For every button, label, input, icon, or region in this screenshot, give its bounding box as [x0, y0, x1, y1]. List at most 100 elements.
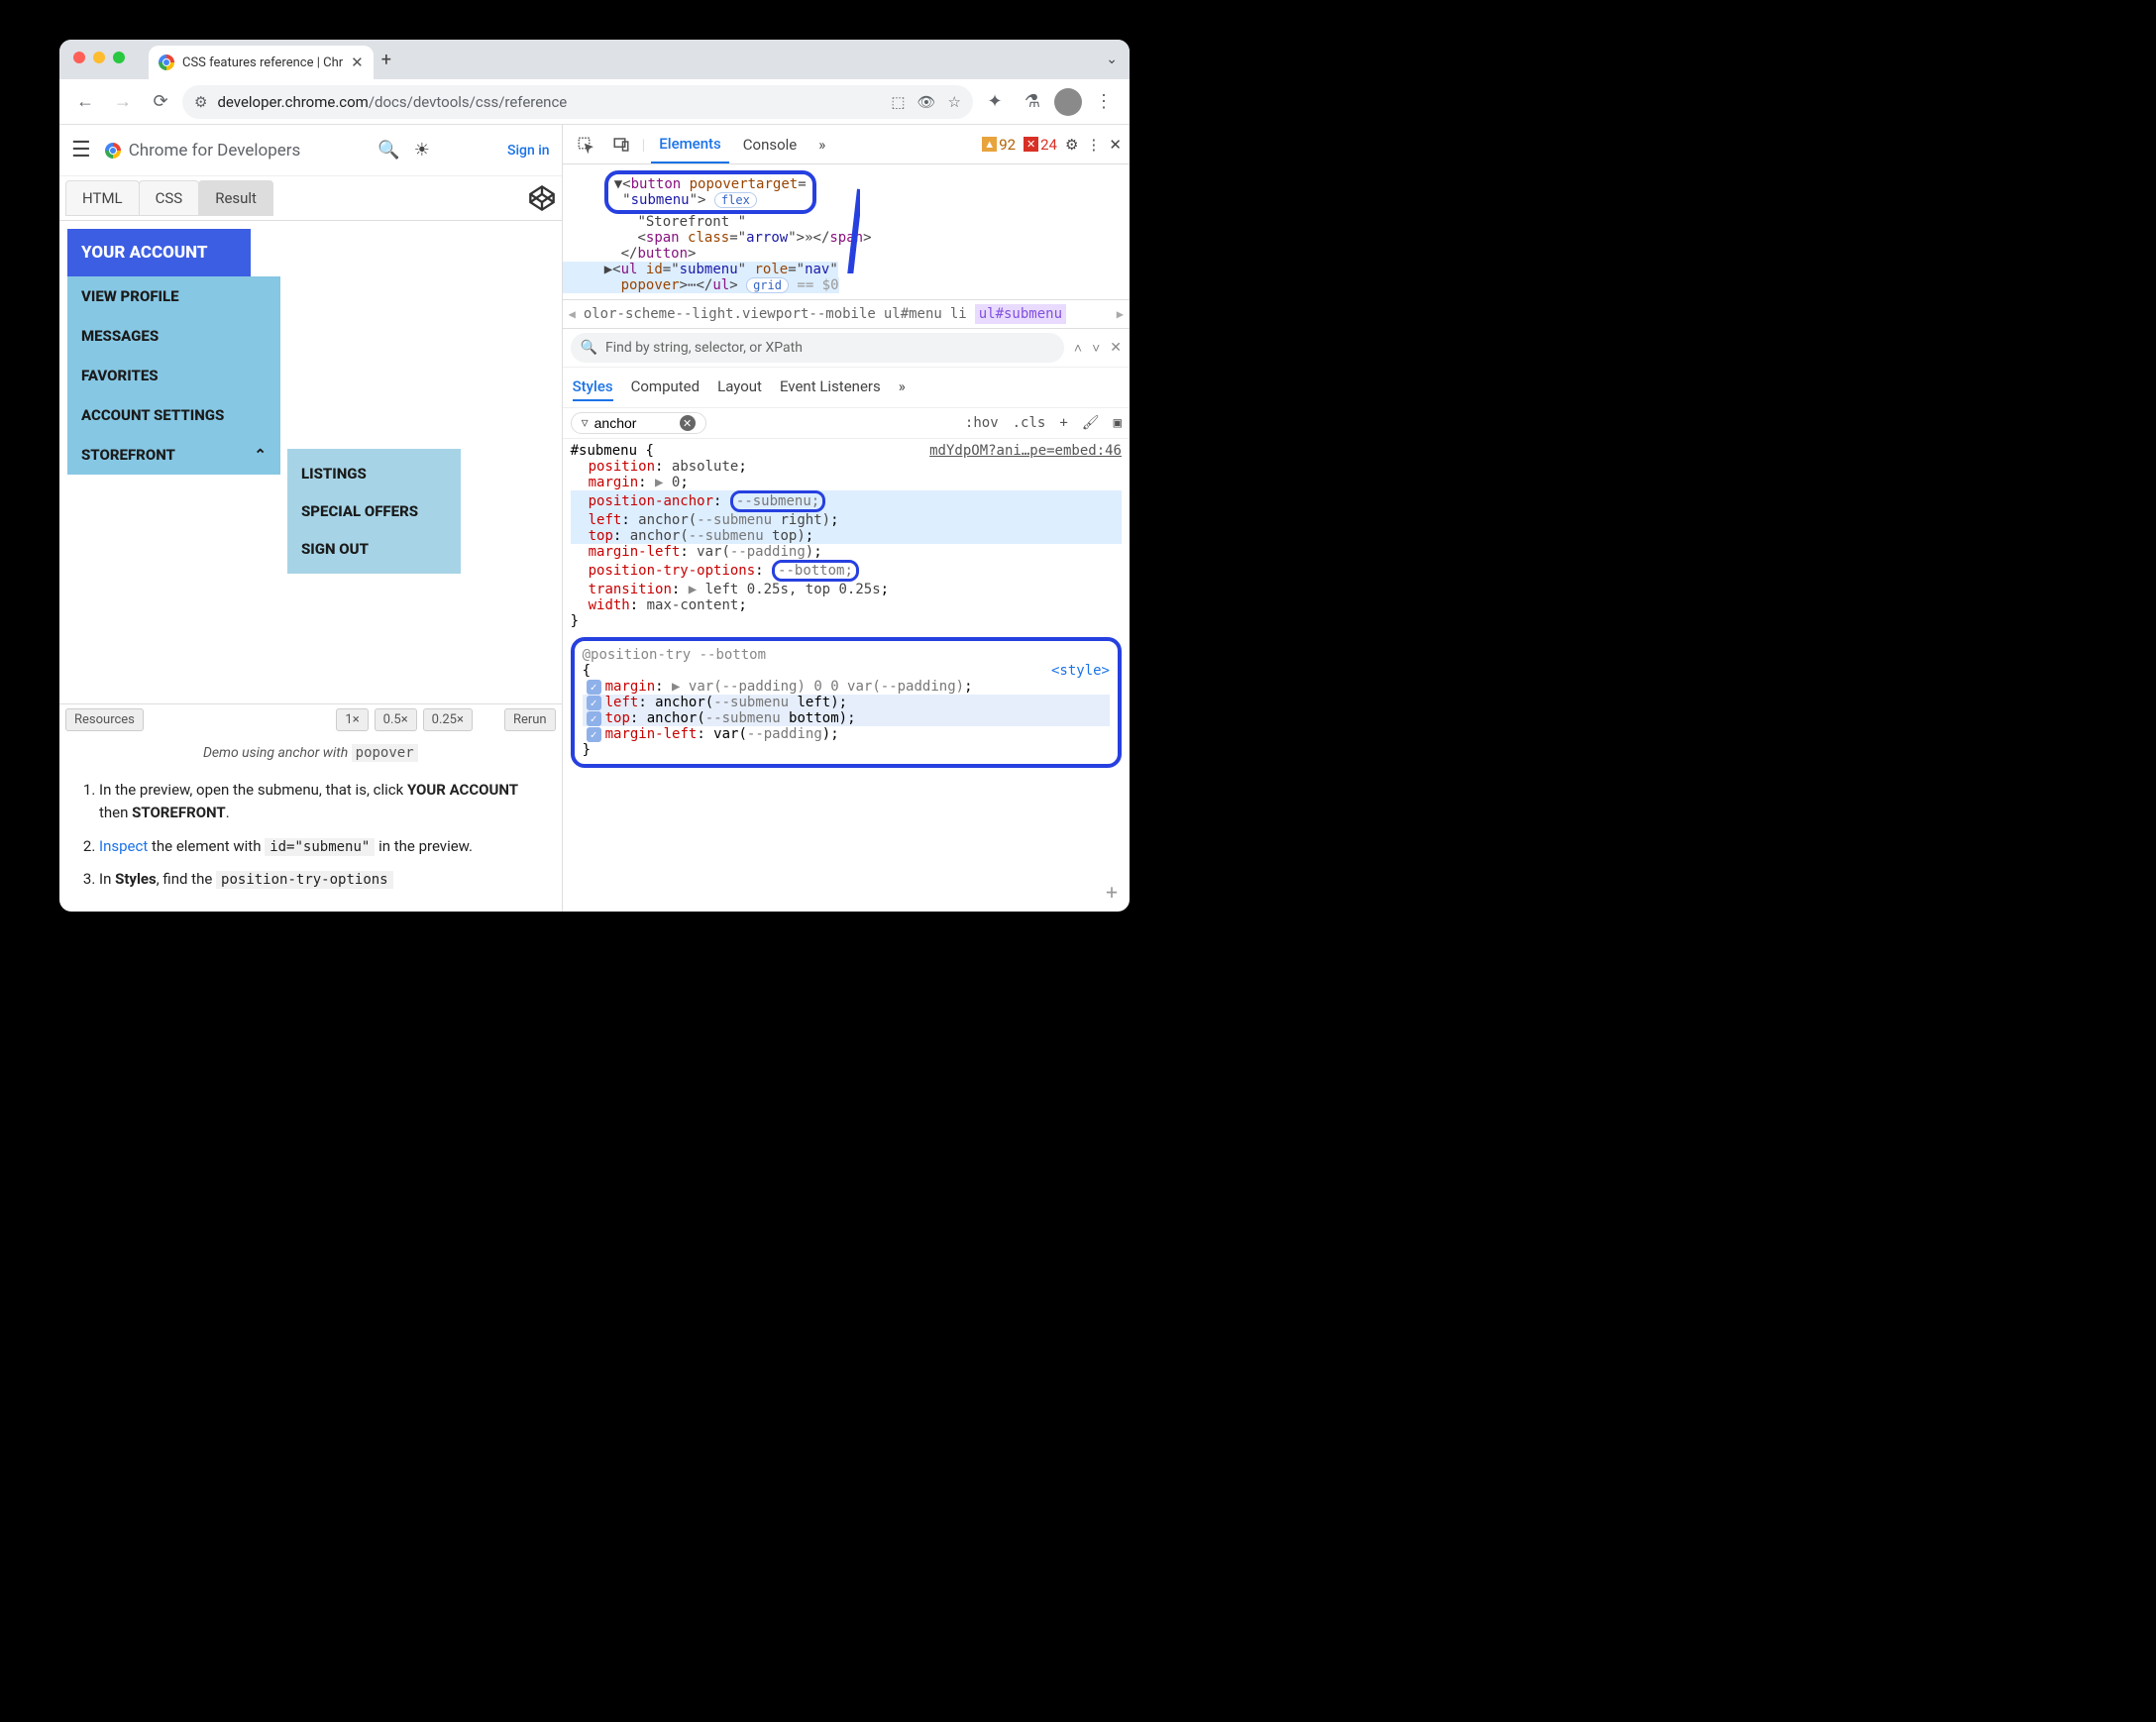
tabs-dropdown-icon[interactable]: ⌄: [1106, 52, 1118, 67]
zoom-05x[interactable]: 0.5×: [375, 708, 417, 731]
dom-search-input[interactable]: 🔍 Find by string, selector, or XPath: [571, 333, 1064, 363]
cls-toggle[interactable]: .cls: [1013, 415, 1046, 431]
tab-html[interactable]: HTML: [65, 180, 140, 216]
rule-source-link[interactable]: mdYdpOM?ani…pe=embed:46: [929, 443, 1122, 459]
inspect-link[interactable]: Inspect: [99, 837, 148, 855]
maximize-window-button[interactable]: [113, 52, 125, 63]
codepen-icon[interactable]: [528, 184, 556, 212]
close-tab-icon[interactable]: ✕: [351, 54, 364, 71]
breadcrumb-seg-1[interactable]: olor-scheme--light.viewport--mobile: [584, 306, 876, 322]
dom-breadcrumb[interactable]: ◀ olor-scheme--light.viewport--mobile ul…: [563, 299, 1130, 329]
computed-panel-icon[interactable]: ▣: [1114, 415, 1122, 431]
site-settings-icon[interactable]: ⚙: [194, 93, 207, 111]
clear-filter-icon[interactable]: ✕: [680, 415, 696, 431]
menu-item-messages[interactable]: MESSAGES: [67, 316, 280, 356]
eye-off-icon[interactable]: 👁: [917, 93, 936, 111]
checkbox-icon[interactable]: ✓: [587, 711, 601, 726]
browser-toolbar: ← → ⟳ ⚙ developer.chrome.com/docs/devtoo…: [59, 79, 1130, 125]
zoom-1x[interactable]: 1×: [336, 708, 368, 731]
filter-text[interactable]: [594, 415, 674, 431]
install-icon[interactable]: ⬚: [891, 93, 905, 111]
rule-close-brace: }: [571, 613, 1122, 629]
breadcrumb-left-icon[interactable]: ◀: [569, 307, 576, 321]
page-content: ☰ Chrome for Developers 🔍 ☀ Sign in HTML…: [59, 125, 563, 912]
dom-tree[interactable]: ▼<button popovertarget= "submenu"> flex …: [563, 164, 1130, 299]
subtab-styles[interactable]: Styles: [573, 374, 613, 401]
tab-elements[interactable]: Elements: [651, 126, 729, 163]
menu-item-view-profile[interactable]: VIEW PROFILE: [67, 276, 280, 316]
errors-count[interactable]: ✕24: [1024, 136, 1057, 154]
checkbox-icon[interactable]: ✓: [587, 680, 601, 695]
profile-avatar[interactable]: [1054, 88, 1082, 116]
forward-button[interactable]: →: [107, 86, 139, 118]
traffic-lights: [73, 52, 125, 63]
styles-filter-input[interactable]: ▿ ✕: [571, 412, 706, 434]
menu-item-storefront[interactable]: STOREFRONT ⌃: [67, 435, 280, 475]
address-bar[interactable]: ⚙ developer.chrome.com/docs/devtools/css…: [182, 85, 973, 119]
warnings-count[interactable]: ▲92: [982, 136, 1016, 154]
tabs-more-icon[interactable]: »: [810, 127, 833, 162]
subtab-listeners[interactable]: Event Listeners: [780, 374, 881, 401]
close-devtools-icon[interactable]: ✕: [1109, 136, 1122, 154]
search-close-icon[interactable]: ✕: [1110, 340, 1122, 356]
style-source-link[interactable]: <style>: [1051, 663, 1110, 679]
submenu-item-offers[interactable]: SPECIAL OFFERS: [287, 492, 461, 530]
reload-button[interactable]: ⟳: [145, 86, 176, 118]
search-icon: 🔍: [581, 340, 597, 356]
styles-subtabs: Styles Computed Layout Event Listeners »: [563, 368, 1130, 408]
breadcrumb-seg-3[interactable]: li: [950, 306, 967, 322]
hamburger-icon[interactable]: ☰: [71, 138, 91, 162]
sign-in-link[interactable]: Sign in: [507, 143, 550, 159]
device-toggle-icon[interactable]: [606, 130, 636, 160]
minimize-window-button[interactable]: [93, 52, 105, 63]
submenu-item-listings[interactable]: LISTINGS: [287, 455, 461, 492]
breadcrumb-seg-2[interactable]: ul#menu: [884, 306, 942, 322]
breadcrumb-seg-4[interactable]: ul#submenu: [975, 304, 1066, 324]
menu-item-account-settings[interactable]: ACCOUNT SETTINGS: [67, 395, 280, 435]
styles-rules[interactable]: #submenu { mdYdpOM?ani…pe=embed:46 posit…: [563, 439, 1130, 912]
inspect-element-icon[interactable]: [571, 130, 600, 160]
preview-caption: Demo using anchor with popover: [59, 735, 562, 771]
rule-selector[interactable]: #submenu {: [571, 443, 654, 459]
new-tab-button[interactable]: +: [381, 50, 391, 70]
subtab-layout[interactable]: Layout: [717, 374, 762, 401]
search-next-icon[interactable]: ˅: [1092, 340, 1100, 357]
labs-icon[interactable]: ⚗: [1017, 86, 1048, 118]
paint-icon[interactable]: 🖌: [1082, 415, 1100, 431]
checkbox-icon[interactable]: ✓: [587, 727, 601, 742]
checkbox-icon[interactable]: ✓: [587, 696, 601, 710]
menu-header[interactable]: YOUR ACCOUNT: [67, 229, 251, 276]
search-icon[interactable]: 🔍: [377, 140, 399, 161]
tab-console[interactable]: Console: [735, 127, 806, 162]
tab-css[interactable]: CSS: [139, 180, 200, 216]
menu-kebab-icon[interactable]: ⋮: [1088, 86, 1120, 118]
tab-title: CSS features reference | Chr: [182, 55, 343, 70]
tab-result[interactable]: Result: [198, 180, 273, 216]
resources-button[interactable]: Resources: [65, 708, 144, 731]
rerun-button[interactable]: Rerun: [504, 708, 556, 731]
breadcrumb-right-icon[interactable]: ▶: [1117, 307, 1124, 321]
add-rule-icon[interactable]: +: [1106, 880, 1118, 904]
theme-icon[interactable]: ☀: [414, 140, 430, 161]
url-text: developer.chrome.com/docs/devtools/css/r…: [217, 93, 567, 111]
storefront-label: STOREFRONT: [81, 446, 175, 464]
bookmark-star-icon[interactable]: ☆: [948, 93, 961, 111]
zoom-025x[interactable]: 0.25×: [423, 708, 473, 731]
submenu-item-signout[interactable]: SIGN OUT: [287, 530, 461, 568]
subtab-computed[interactable]: Computed: [631, 374, 701, 401]
new-rule-icon[interactable]: +: [1059, 415, 1067, 431]
site-brand[interactable]: Chrome for Developers: [105, 141, 301, 161]
extensions-icon[interactable]: ✦: [979, 86, 1011, 118]
hov-toggle[interactable]: :hov: [965, 415, 999, 431]
devtools-menu-icon[interactable]: ⋮: [1086, 136, 1101, 154]
close-window-button[interactable]: [73, 52, 85, 63]
dom-highlight-button: ▼<button popovertarget= "submenu"> flex: [604, 170, 816, 214]
settings-gear-icon[interactable]: ⚙: [1065, 136, 1078, 154]
preview-pane: YOUR ACCOUNT VIEW PROFILE MESSAGES FAVOR…: [59, 221, 562, 607]
account-menu: YOUR ACCOUNT VIEW PROFILE MESSAGES FAVOR…: [67, 229, 251, 475]
search-prev-icon[interactable]: ˄: [1074, 340, 1082, 357]
browser-tab[interactable]: CSS features reference | Chr ✕: [149, 46, 374, 79]
back-button[interactable]: ←: [69, 86, 101, 118]
subtabs-more-icon[interactable]: »: [899, 374, 906, 401]
menu-item-favorites[interactable]: FAVORITES: [67, 356, 280, 395]
